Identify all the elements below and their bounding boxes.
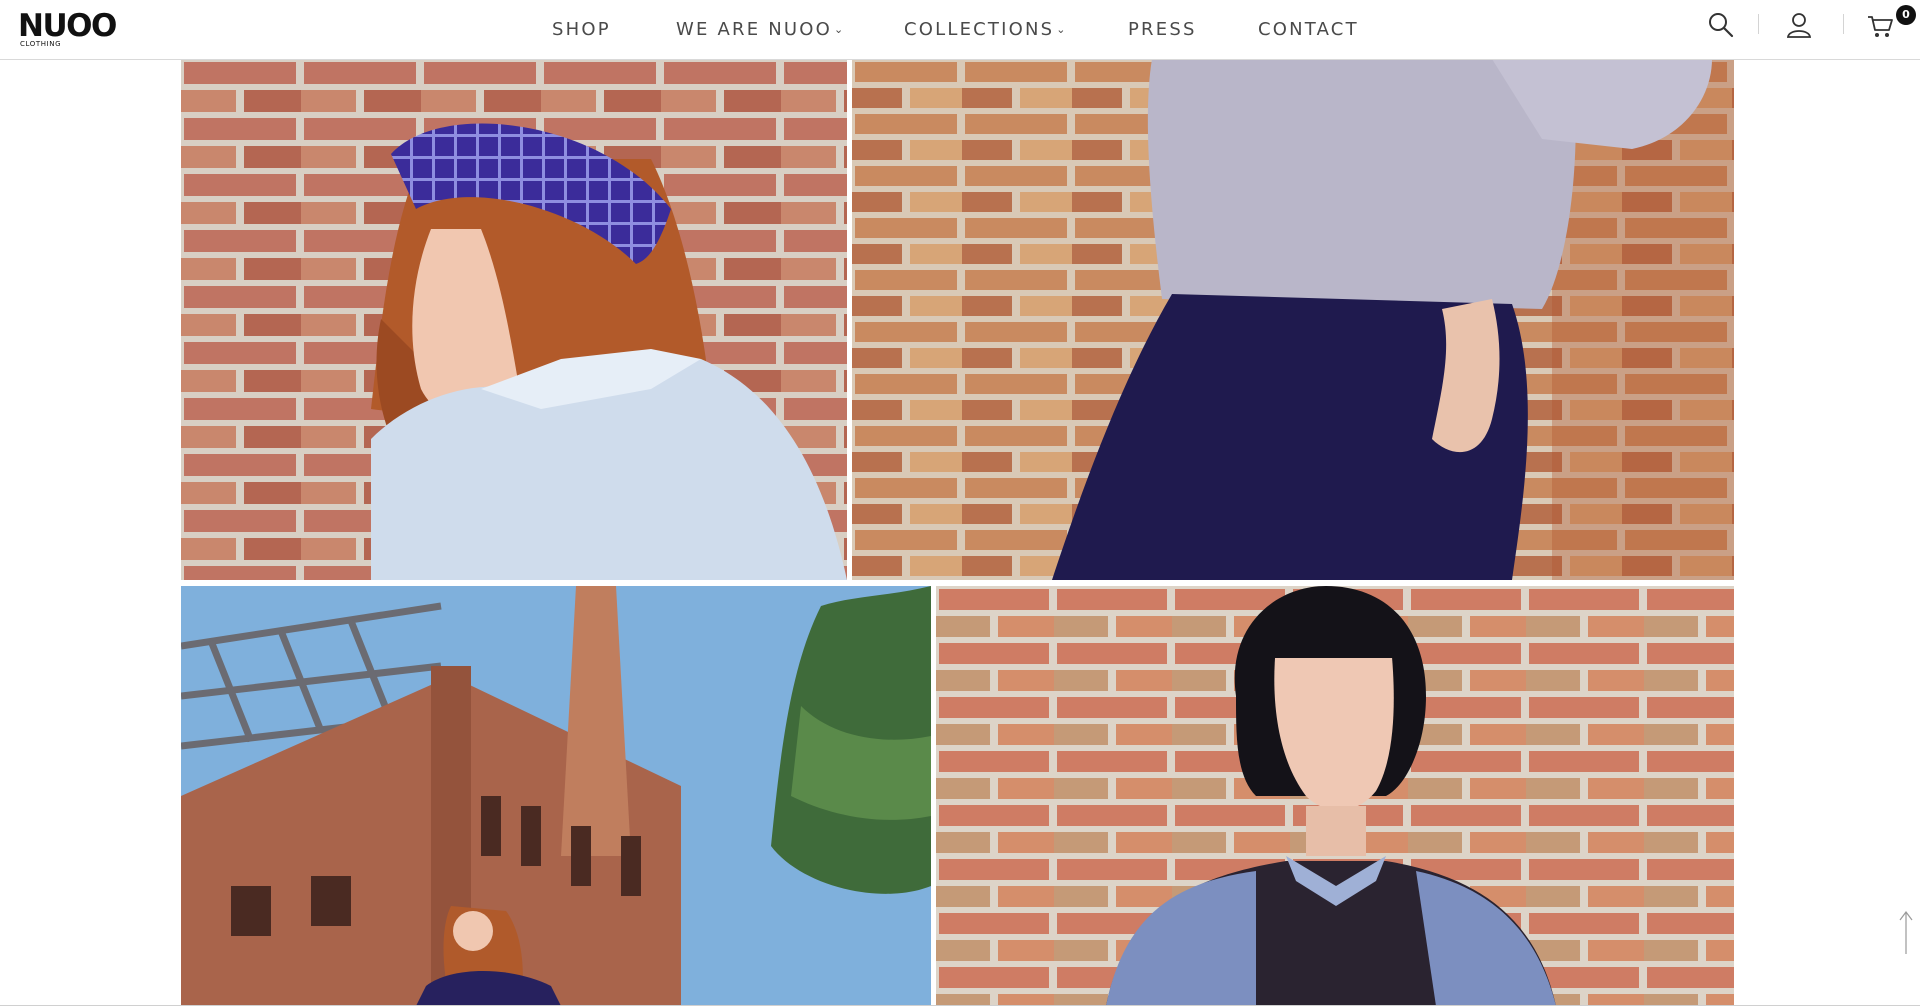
chevron-down-icon: ⌄ bbox=[833, 23, 844, 36]
nav-we-are-nuoo[interactable]: WE ARE NUOO ⌄ bbox=[676, 18, 843, 42]
user-icon[interactable] bbox=[1784, 10, 1814, 40]
photo-skirt[interactable] bbox=[852, 59, 1734, 580]
nav-shop[interactable]: SHOP bbox=[552, 18, 611, 42]
nav-press-label: PRESS bbox=[1128, 19, 1197, 40]
nav-press[interactable]: PRESS bbox=[1128, 18, 1197, 42]
logo-wordmark: NUOO bbox=[18, 8, 117, 44]
cart-count-badge: 0 bbox=[1896, 5, 1916, 25]
photo-bob[interactable] bbox=[936, 586, 1734, 1006]
nav-we-are-nuoo-label: WE ARE NUOO bbox=[676, 19, 832, 40]
header-divider bbox=[1843, 14, 1844, 34]
logo-subtitle: CLOTHING bbox=[20, 40, 62, 48]
photo-factory-image bbox=[181, 586, 931, 1006]
photo-headband[interactable] bbox=[181, 59, 847, 580]
back-to-top-arrow-icon[interactable] bbox=[1894, 908, 1918, 956]
nav-collections-label: COLLECTIONS bbox=[904, 19, 1055, 40]
nav-collections[interactable]: COLLECTIONS ⌄ bbox=[904, 18, 1066, 42]
photo-skirt-image bbox=[852, 59, 1734, 580]
site-header: NUOO CLOTHING SHOP WE ARE NUOO ⌄ COLLECTI… bbox=[0, 0, 1920, 60]
header-divider bbox=[1758, 14, 1759, 34]
photo-bob-image bbox=[936, 586, 1734, 1006]
nav-contact[interactable]: CONTACT bbox=[1258, 18, 1359, 42]
cart-icon[interactable] bbox=[1866, 10, 1896, 40]
main-nav: SHOP WE ARE NUOO ⌄ COLLECTIONS ⌄ PRESS CON… bbox=[0, 0, 1920, 60]
photo-headband-image bbox=[181, 59, 847, 580]
search-icon[interactable] bbox=[1706, 10, 1736, 40]
chevron-down-icon: ⌄ bbox=[1056, 23, 1066, 36]
photo-factory[interactable] bbox=[181, 586, 931, 1006]
nav-contact-label: CONTACT bbox=[1258, 19, 1359, 40]
brand-logo[interactable]: NUOO CLOTHING bbox=[18, 9, 130, 49]
nav-shop-label: SHOP bbox=[552, 19, 611, 40]
